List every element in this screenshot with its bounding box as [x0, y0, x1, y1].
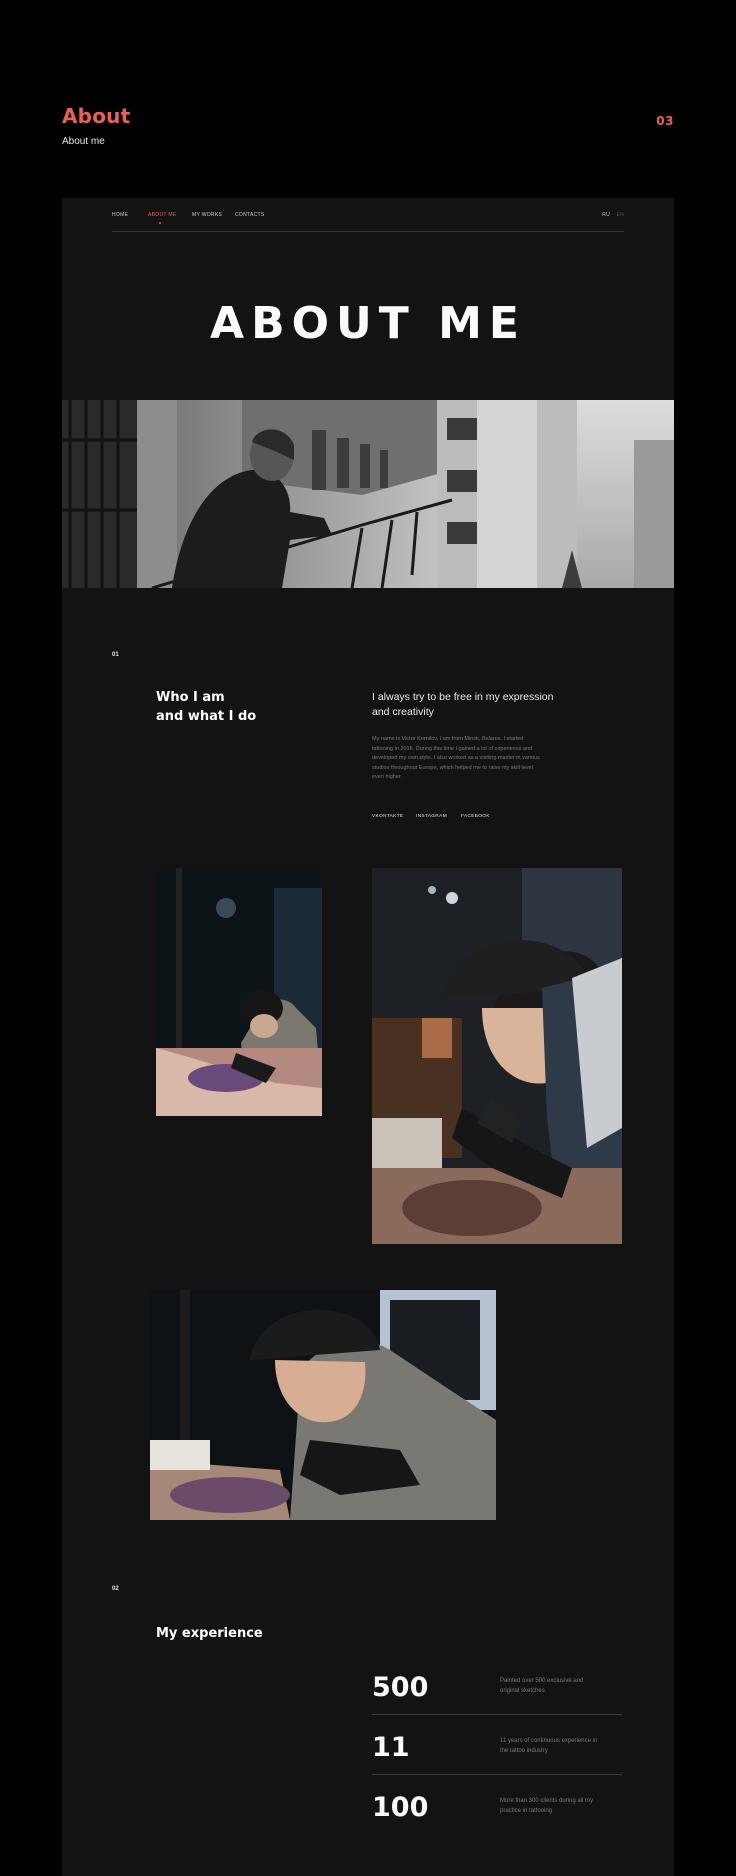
nav-link-contacts[interactable]: CONTACTS: [235, 212, 265, 218]
section-heading-line2: and what I do: [156, 709, 257, 724]
site-mockup: HOME ABOUT ME MY WORKS CONTACTS RU EN AB…: [62, 198, 674, 1876]
page-title: About: [62, 104, 131, 128]
tattoo-photo-3-illustration: [150, 1290, 496, 1520]
tattoo-photo-3: [150, 1290, 496, 1520]
section-heading-experience: My experience: [156, 1626, 263, 1641]
nav-link-home[interactable]: HOME: [112, 212, 128, 218]
stat-value: 11: [372, 1732, 410, 1763]
nav-link-works[interactable]: MY WORKS: [192, 212, 222, 218]
section-heading-line1: Who I am: [156, 690, 225, 705]
social-link-vkontakte[interactable]: VKONTAKTE: [372, 814, 403, 819]
stat-description: More than 300 clients during all my prac…: [500, 1798, 594, 1814]
active-indicator: [159, 222, 161, 224]
section-lead: I always try to be free in my expression…: [372, 691, 554, 718]
top-nav: HOME ABOUT ME MY WORKS CONTACTS RU EN: [112, 212, 624, 232]
section-heading-who: Who I am and what I do: [156, 688, 256, 726]
stat-value: 500: [372, 1672, 429, 1703]
social-link-facebook[interactable]: FACEBOOK: [461, 814, 490, 819]
page-title-block: About About me: [62, 104, 130, 147]
hero-heading: ABOUT ME: [210, 298, 526, 349]
stat-description: Painted over 500 exclusive and original …: [500, 1678, 584, 1694]
tattoo-photo-1: [156, 868, 322, 1116]
stat-divider: [372, 1714, 622, 1715]
stat-row: 500 Painted over 500 exclusive and origi…: [372, 1672, 622, 1732]
lang-en[interactable]: EN: [616, 212, 624, 218]
hero-photo: [62, 400, 674, 588]
stat-row: 100 More than 300 clients during all my …: [372, 1792, 622, 1852]
tattoo-photo-1-illustration: [156, 868, 322, 1116]
page-number: 03: [656, 114, 674, 128]
section-number-02: 02: [112, 1586, 119, 1592]
nav-link-about[interactable]: ABOUT ME: [148, 212, 176, 218]
page-subtitle: About me: [62, 136, 105, 147]
stat-row: 11 11 years of continuous experience in …: [372, 1732, 622, 1792]
stat-divider: [372, 1774, 622, 1775]
social-link-instagram[interactable]: INSTAGRAM: [416, 814, 447, 819]
stat-description: 11 years of continuous experience in the…: [500, 1738, 598, 1754]
tattoo-photo-2: [372, 868, 622, 1244]
tattoo-photo-2-illustration: [372, 868, 622, 1244]
lang-ru[interactable]: RU: [602, 212, 610, 218]
hero-photo-illustration: [62, 400, 674, 588]
section-number-01: 01: [112, 652, 119, 658]
stat-value: 100: [372, 1792, 429, 1823]
section-body: My name is Victor Kornilov, I am from Mi…: [372, 736, 540, 781]
